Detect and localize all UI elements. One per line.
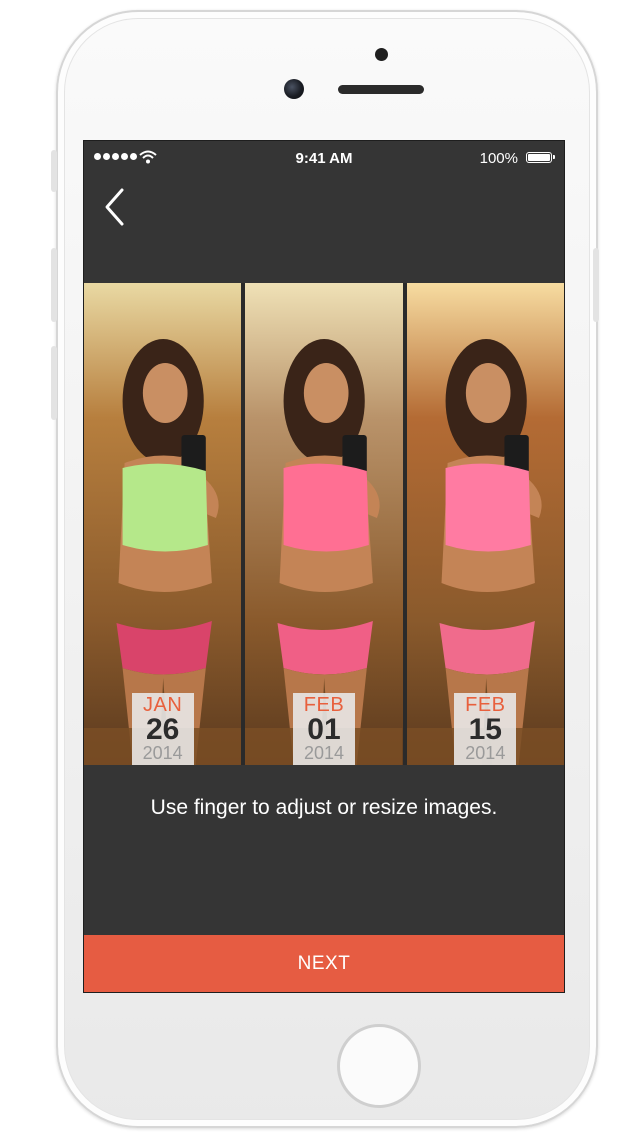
proximity-sensor	[375, 48, 388, 61]
progress-photo[interactable]: FEB 15 2014	[406, 283, 564, 765]
date-day: 01	[307, 713, 341, 746]
date-month: JAN	[143, 694, 183, 716]
mute-switch	[51, 150, 57, 192]
earpiece-speaker	[338, 85, 424, 94]
chevron-left-icon[interactable]	[102, 187, 126, 227]
date-year: 2014	[142, 743, 183, 763]
front-camera	[284, 79, 304, 99]
date-month: FEB	[465, 694, 506, 716]
next-button[interactable]: NEXT	[84, 935, 564, 992]
status-bar: 9:41 AM 100%	[84, 141, 564, 175]
instruction-text: Use finger to adjust or resize images.	[150, 796, 498, 819]
date-badge: FEB 15 2014	[454, 693, 517, 765]
volume-down-button	[51, 346, 57, 420]
date-badge: JAN 26 2014	[131, 693, 194, 765]
date-day: 26	[145, 713, 180, 746]
date-year: 2014	[303, 743, 344, 763]
power-button	[593, 248, 599, 322]
volume-up-button	[51, 248, 57, 322]
date-year: 2014	[465, 743, 506, 763]
photo-comparison-strip: JAN 26 2014 FEB 01 2014 FEB 15 2014	[84, 283, 564, 765]
app-screen: 9:41 AM 100% JAN 26 2014 FEB 01 2014 FEB…	[83, 140, 565, 993]
date-month: FEB	[303, 694, 345, 716]
date-day: 15	[468, 713, 502, 746]
date-badge: FEB 01 2014	[292, 693, 355, 765]
progress-photo[interactable]: JAN 26 2014	[84, 283, 242, 765]
home-button[interactable]	[337, 1024, 421, 1108]
battery-icon	[526, 152, 555, 163]
progress-photo[interactable]: FEB 01 2014	[245, 283, 403, 765]
battery-percent: 100%	[479, 150, 518, 167]
